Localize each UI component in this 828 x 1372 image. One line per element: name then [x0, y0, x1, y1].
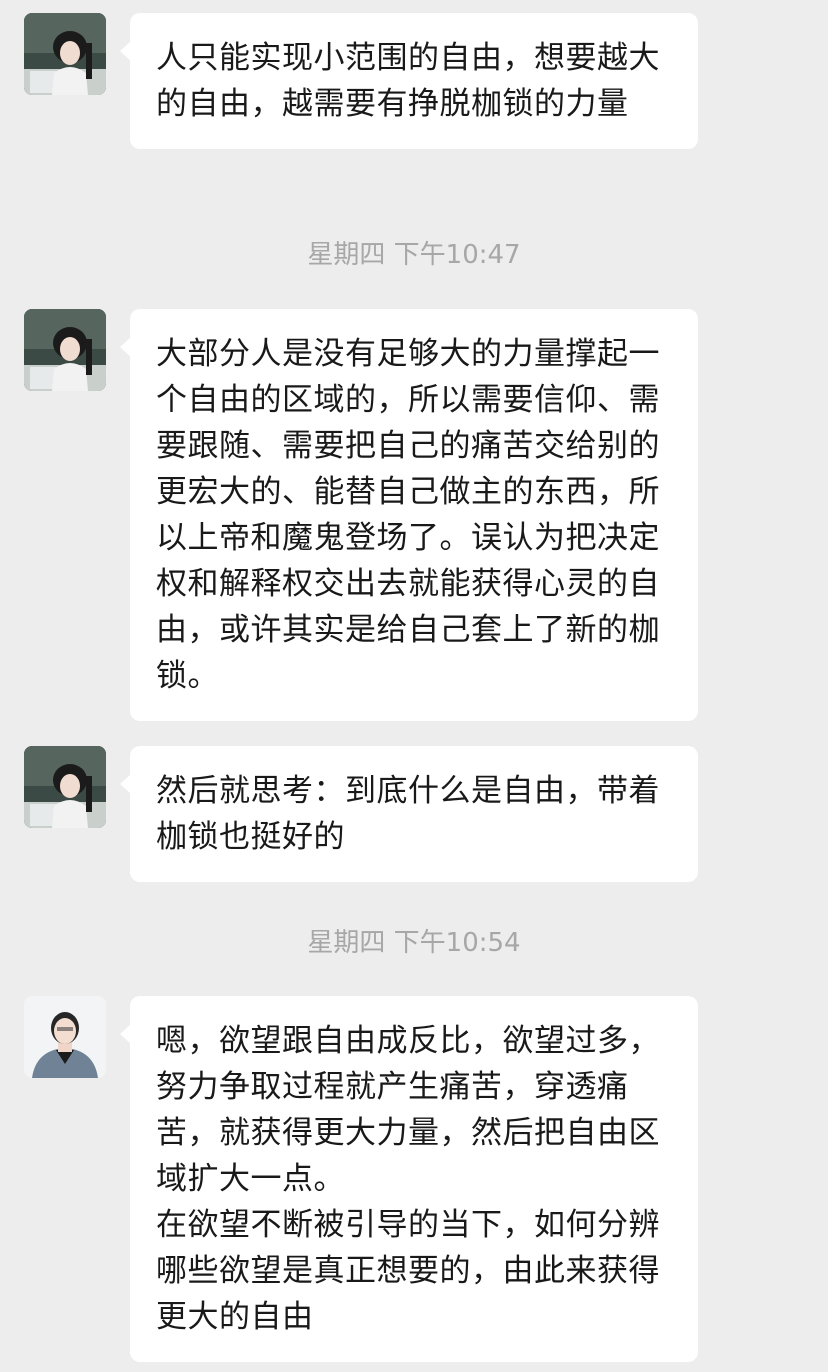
- message-bubble[interactable]: 然后就思考：到底什么是自由，带着枷锁也挺好的: [120, 746, 698, 882]
- contact-avatar[interactable]: [24, 13, 106, 95]
- message-bubble[interactable]: 人只能实现小范围的自由，想要越大的自由，越需要有挣脱枷锁的力量: [120, 13, 698, 149]
- chat-view: 人只能实现小范围的自由，想要越大的自由，越需要有挣脱枷锁的力量 星期四 下午10…: [0, 0, 828, 1372]
- contact-avatar[interactable]: [24, 996, 106, 1078]
- contact-avatar[interactable]: [24, 309, 106, 391]
- timestamp: 星期四 下午10:47: [307, 240, 521, 270]
- timestamp: 星期四 下午10:54: [307, 928, 521, 958]
- message-bubble[interactable]: 嗯，欲望跟自由成反比，欲望过多，努力争取过程就产生痛苦，穿透痛苦，就获得更大力量…: [120, 996, 698, 1362]
- message-bubble[interactable]: 大部分人是没有足够大的力量撑起一个自由的区域的，所以需要信仰、需要跟随、需要把自…: [120, 309, 698, 721]
- contact-avatar[interactable]: [24, 746, 106, 828]
